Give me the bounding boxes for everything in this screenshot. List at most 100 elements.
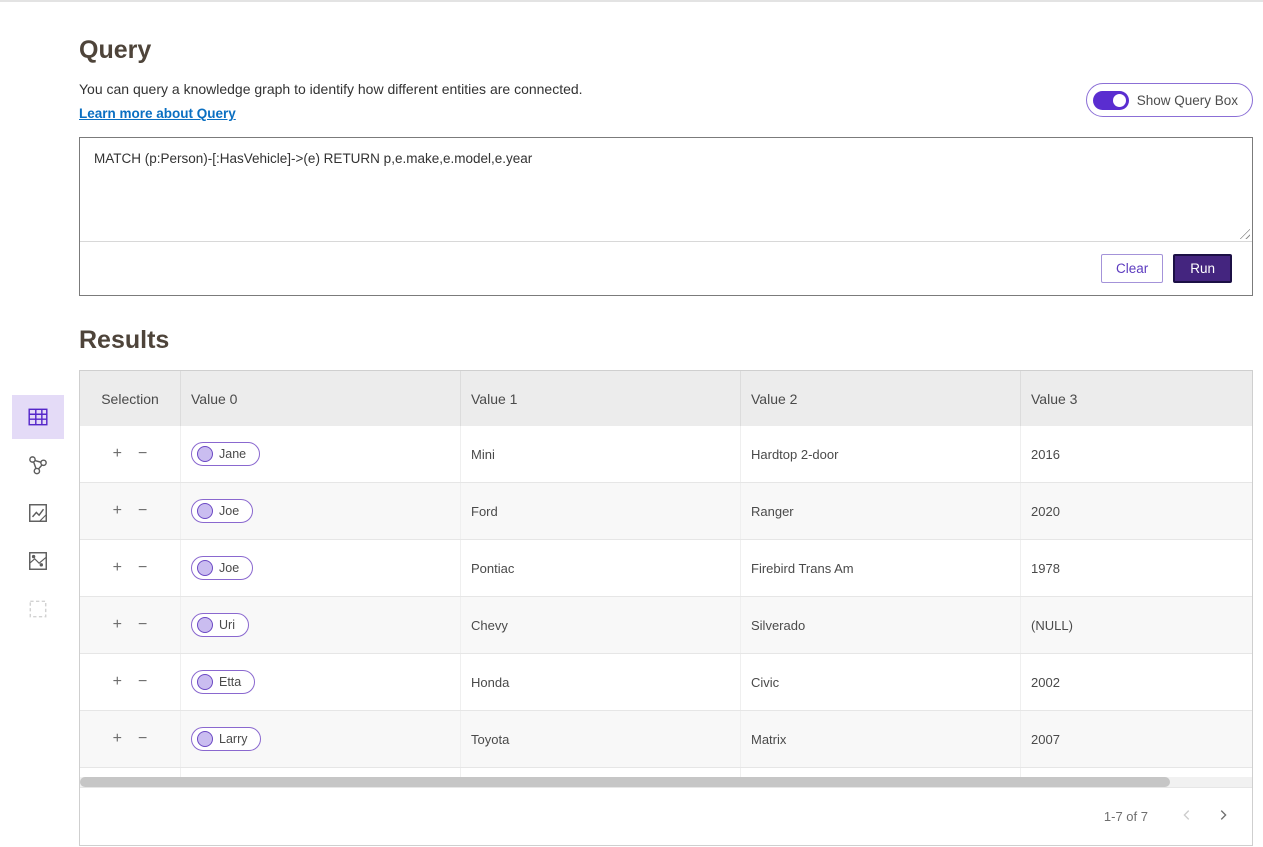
value3-cell [1020, 768, 1252, 777]
selection-cell: + − [80, 483, 180, 539]
sidebar-item-map-view[interactable] [12, 539, 64, 583]
chevron-right-icon [1216, 808, 1230, 825]
value3-cell: 2002 [1020, 654, 1252, 710]
selection-cell: + − [80, 768, 180, 777]
entity-name: Uri [219, 618, 235, 632]
sidebar-item-selection-view[interactable] [12, 587, 64, 631]
entity-name: Etta [219, 675, 241, 689]
table-footer: 1-7 of 7 [80, 787, 1252, 845]
map-icon [27, 550, 49, 572]
horizontal-scrollbar [80, 777, 1252, 787]
add-to-selection-button[interactable]: + [113, 731, 122, 747]
remove-from-selection-button[interactable]: − [138, 560, 147, 576]
learn-more-link[interactable]: Learn more about Query [79, 106, 236, 121]
entity-node-icon [197, 617, 213, 633]
remove-from-selection-button[interactable]: − [138, 446, 147, 462]
value0-cell: Joe [180, 540, 460, 596]
value2-cell [740, 768, 1020, 777]
column-header-value0: Value 0 [180, 371, 460, 426]
column-header-value1: Value 1 [460, 371, 740, 426]
value0-cell: Uri [180, 597, 460, 653]
value3-cell: (NULL) [1020, 597, 1252, 653]
sidebar-item-table-view[interactable] [12, 395, 64, 439]
entity-node-icon [197, 674, 213, 690]
value3-cell: 2016 [1020, 426, 1252, 482]
value2-cell: Matrix [740, 711, 1020, 767]
previous-page-button[interactable] [1172, 802, 1202, 832]
remove-from-selection-button[interactable]: − [138, 674, 147, 690]
selection-cell: + − [80, 597, 180, 653]
add-to-selection-button[interactable]: + [113, 446, 122, 462]
value1-cell: Mini [460, 426, 740, 482]
query-actions: Clear Run [80, 242, 1252, 295]
value2-cell: Civic [740, 654, 1020, 710]
column-header-selection: Selection [80, 371, 180, 426]
entity-pill[interactable]: Jane [191, 442, 260, 466]
add-to-selection-button[interactable]: + [113, 617, 122, 633]
table-body: + − Jane Mini Hardtop 2-door 2016 + − Jo… [80, 426, 1252, 777]
value1-cell: Ford [460, 483, 740, 539]
column-header-value3: Value 3 [1020, 371, 1252, 426]
entity-pill[interactable]: Etta [191, 670, 255, 694]
show-query-box-toggle[interactable]: Show Query Box [1086, 83, 1253, 117]
table-header-row: Selection Value 0 Value 1 Value 2 Value … [80, 371, 1252, 426]
value1-cell: Toyota [460, 711, 740, 767]
table-icon [27, 406, 49, 428]
value2-cell: Hardtop 2-door [740, 426, 1020, 482]
entity-pill[interactable]: Joe [191, 556, 253, 580]
remove-from-selection-button[interactable]: − [138, 503, 147, 519]
pagination-range: 1-7 of 7 [1104, 809, 1148, 824]
value1-cell [460, 768, 740, 777]
horizontal-scrollbar-thumb[interactable] [80, 777, 1170, 787]
entity-name: Jane [219, 447, 246, 461]
query-input[interactable]: MATCH (p:Person)-[:HasVehicle]->(e) RETU… [80, 138, 1252, 241]
entity-node-icon [197, 503, 213, 519]
toggle-switch-icon [1093, 91, 1129, 110]
value2-cell: Firebird Trans Am [740, 540, 1020, 596]
entity-name: Joe [219, 561, 239, 575]
table-row: + − Jane Mini Hardtop 2-door 2016 [80, 426, 1252, 483]
sidebar-item-chart-view[interactable] [12, 491, 64, 535]
add-to-selection-button[interactable]: + [113, 674, 122, 690]
page-title: Query [79, 36, 1253, 65]
link-chart-icon [27, 454, 49, 476]
remove-from-selection-button[interactable]: − [138, 617, 147, 633]
entity-pill[interactable]: Uri [191, 613, 249, 637]
chart-icon [27, 502, 49, 524]
column-header-value2: Value 2 [740, 371, 1020, 426]
entity-name: Larry [219, 732, 247, 746]
view-switcher-rail [12, 395, 64, 635]
results-title: Results [79, 326, 1253, 355]
entity-node-icon [197, 446, 213, 462]
add-to-selection-button[interactable]: + [113, 503, 122, 519]
entity-pill[interactable]: Joe [191, 499, 253, 523]
value1-cell: Chevy [460, 597, 740, 653]
value2-cell: Ranger [740, 483, 1020, 539]
value2-cell: Silverado [740, 597, 1020, 653]
chevron-left-icon [1180, 808, 1194, 825]
value1-cell: Pontiac [460, 540, 740, 596]
selection-cell: + − [80, 426, 180, 482]
sidebar-item-link-chart-view[interactable] [12, 443, 64, 487]
value1-cell: Honda [460, 654, 740, 710]
run-button[interactable]: Run [1173, 254, 1232, 283]
value3-cell: 2007 [1020, 711, 1252, 767]
clear-button[interactable]: Clear [1101, 254, 1163, 283]
value0-cell [180, 768, 460, 777]
entity-name: Joe [219, 504, 239, 518]
entity-pill[interactable]: Larry [191, 727, 261, 751]
entity-node-icon [197, 560, 213, 576]
value0-cell: Jane [180, 426, 460, 482]
query-box: MATCH (p:Person)-[:HasVehicle]->(e) RETU… [79, 137, 1253, 296]
toggle-label: Show Query Box [1137, 93, 1238, 108]
next-page-button[interactable] [1208, 802, 1238, 832]
selection-cell: + − [80, 540, 180, 596]
entity-node-icon [197, 731, 213, 747]
add-to-selection-button[interactable]: + [113, 560, 122, 576]
value0-cell: Larry [180, 711, 460, 767]
results-table: Selection Value 0 Value 1 Value 2 Value … [79, 370, 1253, 846]
table-row: + − [80, 768, 1252, 777]
remove-from-selection-button[interactable]: − [138, 731, 147, 747]
value0-cell: Joe [180, 483, 460, 539]
selection-cell: + − [80, 654, 180, 710]
